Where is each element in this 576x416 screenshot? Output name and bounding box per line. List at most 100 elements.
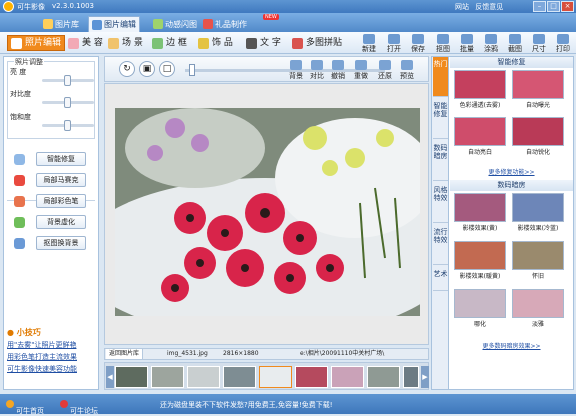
doodle-button[interactable]: 涂鸦 <box>480 34 502 53</box>
edit-icon <box>92 19 102 30</box>
home-link[interactable]: 可牛首页 <box>6 400 44 415</box>
thumbnail[interactable] <box>367 366 400 388</box>
filmstrip-next-button[interactable]: ▶ <box>421 366 429 388</box>
tool-beauty[interactable]: 美 容 <box>68 35 103 51</box>
contrast-slider[interactable] <box>42 97 94 108</box>
effect-auto-sharpen[interactable]: 自动锐化 <box>512 117 564 156</box>
effect-auto-exposure[interactable]: 自动曝光 <box>512 70 564 109</box>
arrow-left-icon: ◀ <box>107 373 113 381</box>
tool-text[interactable]: 文 字 <box>246 35 281 51</box>
maximize-button[interactable]: □ <box>547 1 560 12</box>
fit-screen-button[interactable]: ▣ <box>139 61 155 77</box>
back-to-library-button[interactable]: 返回图片库 <box>106 349 144 359</box>
contrast-slider-knob[interactable] <box>63 97 71 108</box>
tab-gift[interactable]: 礼品制作 <box>200 16 250 32</box>
effect-studio-yellow[interactable]: 影楼效果(黄) <box>454 193 506 232</box>
more-darkroom-link[interactable]: 更多数码暗房效果>> <box>450 341 573 350</box>
new-button[interactable]: 新建 <box>358 34 380 53</box>
close-button[interactable]: × <box>561 1 574 12</box>
local-mosaic-button[interactable]: 局部马赛克 <box>36 173 86 187</box>
photo-edit-icon <box>11 37 22 49</box>
edited-photo[interactable] <box>115 108 420 316</box>
website-link[interactable]: 网站 <box>455 3 469 11</box>
tab-trend-effects[interactable]: 流行特效 <box>433 225 448 265</box>
more-repair-link[interactable]: 更多修复功能>> <box>450 167 573 176</box>
zoom-slider-knob[interactable] <box>189 64 195 76</box>
effect-nostalgia[interactable]: 怀旧 <box>512 241 564 280</box>
effect-dehaze[interactable]: 色彩通透(去雾) <box>454 70 506 109</box>
thumbnail-selected[interactable] <box>259 366 292 388</box>
tip-link-dehaze[interactable]: 用"去雾"让照片更鲜艳 <box>7 340 97 350</box>
open-button[interactable]: 打开 <box>383 34 405 53</box>
actual-size-button[interactable]: □ <box>159 61 175 77</box>
image-canvas[interactable] <box>104 83 429 345</box>
tool-photo-edit[interactable]: 照片编辑 <box>7 35 66 51</box>
tool-border[interactable]: 边 框 <box>152 35 187 51</box>
collage-icon <box>292 37 303 49</box>
tool-decoration[interactable]: 饰 品 <box>198 35 233 51</box>
background-blur-button[interactable]: 背景虚化 <box>36 215 86 229</box>
redo-button[interactable]: 重做 <box>354 60 368 81</box>
thumbnail[interactable] <box>331 366 364 388</box>
compare-button[interactable]: 对比 <box>310 60 324 81</box>
screenshot-button[interactable]: 截图 <box>504 34 526 53</box>
rotate-button[interactable]: ↻ <box>119 61 135 77</box>
minimize-button[interactable]: – <box>533 1 546 12</box>
thumbnail[interactable] <box>223 366 256 388</box>
save-button[interactable]: 保存 <box>407 34 429 53</box>
tool-collage[interactable]: 多图拼贴 <box>292 35 342 51</box>
cutout-button[interactable]: 抠图 <box>432 34 454 53</box>
tool-scene[interactable]: 场 景 <box>108 35 143 51</box>
filmstrip: ◀ ▶ <box>104 362 429 390</box>
tab-style-effects[interactable]: 风格特效 <box>433 183 448 223</box>
effect-studio-warm-yellow[interactable]: 影楼效果(暖黄) <box>454 241 506 280</box>
local-color-pen-button[interactable]: 局部彩色笔 <box>36 194 86 208</box>
brightness-slider[interactable] <box>42 75 94 86</box>
effect-auto-brighten[interactable]: 自动亮白 <box>454 117 506 156</box>
saturation-slider[interactable] <box>42 120 94 131</box>
effect-elegant[interactable]: 淡雅 <box>512 289 564 328</box>
restore-button[interactable]: 还原 <box>378 60 392 81</box>
feedback-link[interactable]: 反馈意见 <box>475 3 503 11</box>
print-button[interactable]: 打印 <box>552 34 574 53</box>
flash-icon <box>153 19 163 29</box>
forum-link[interactable]: 可牛论坛 <box>60 400 98 415</box>
effect-studio-cool-blue[interactable]: 影楼效果(冷蓝) <box>512 193 564 232</box>
background-button[interactable]: 背景 <box>289 60 303 81</box>
decoration-icon <box>198 37 209 49</box>
effect-haze[interactable]: 哪化 <box>454 289 506 328</box>
cutout-tool-icon <box>437 34 449 44</box>
resize-button[interactable]: 尺寸 <box>528 34 550 53</box>
batch-button[interactable]: 批量 <box>456 34 478 53</box>
promo-link[interactable]: 还为磁盘里装不下软件发愁?用免费王,免容量!免费下载! <box>160 400 333 410</box>
compare-icon <box>311 60 323 70</box>
tab-art[interactable]: 艺术 <box>433 267 448 291</box>
tips-title: ● 小技巧 <box>7 328 41 337</box>
title-bar: 可牛影像 v2.3.0.1003 网站 反馈意见 – □ × <box>0 0 576 13</box>
tab-flash-gif[interactable]: 动感闪图 <box>150 16 200 32</box>
thumbnail[interactable] <box>295 366 328 388</box>
preview-button[interactable]: 预览 <box>400 60 414 81</box>
thumbnail[interactable] <box>403 366 419 388</box>
tab-picture-library[interactable]: 图片库 <box>40 16 82 32</box>
tip-link-beauty[interactable]: 可牛影像快速美容功能 <box>7 364 97 374</box>
thumbnail[interactable] <box>115 366 148 388</box>
smart-repair-button[interactable]: 智能修复 <box>36 152 86 166</box>
brightness-slider-knob[interactable] <box>63 75 71 86</box>
tab-digital-darkroom[interactable]: 数码暗房 <box>433 141 448 181</box>
tips-section: ● 小技巧 用"去雾"让照片更鲜艳 用彩色笔打造主流效果 可牛影像快速美容功能 <box>7 327 97 374</box>
tab-popular[interactable]: 热门 <box>433 57 448 97</box>
tab-picture-edit[interactable]: 图片编辑 <box>88 16 140 32</box>
tab-smart-repair[interactable]: 智能修复 <box>433 99 448 139</box>
thumbnail[interactable] <box>187 366 220 388</box>
filmstrip-prev-button[interactable]: ◀ <box>106 366 114 388</box>
saturation-slider-knob[interactable] <box>63 120 71 131</box>
flower-photo-image <box>115 108 420 316</box>
cutout-background-button[interactable]: 抠图换背景 <box>36 236 86 250</box>
top-tab-bar: 图片库 图片编辑 动感闪图 礼品制作 <box>0 13 576 32</box>
tip-link-color-pen[interactable]: 用彩色笔打造主流效果 <box>7 352 97 362</box>
undo-button[interactable]: 撤销 <box>331 60 345 81</box>
image-filename: img_4531.jpg <box>167 350 208 357</box>
thumbnail[interactable] <box>151 366 184 388</box>
effects-panel: 热门 智能修复 数码暗房 风格特效 流行特效 艺术 智能修复 色彩通透(去雾) … <box>431 56 574 390</box>
